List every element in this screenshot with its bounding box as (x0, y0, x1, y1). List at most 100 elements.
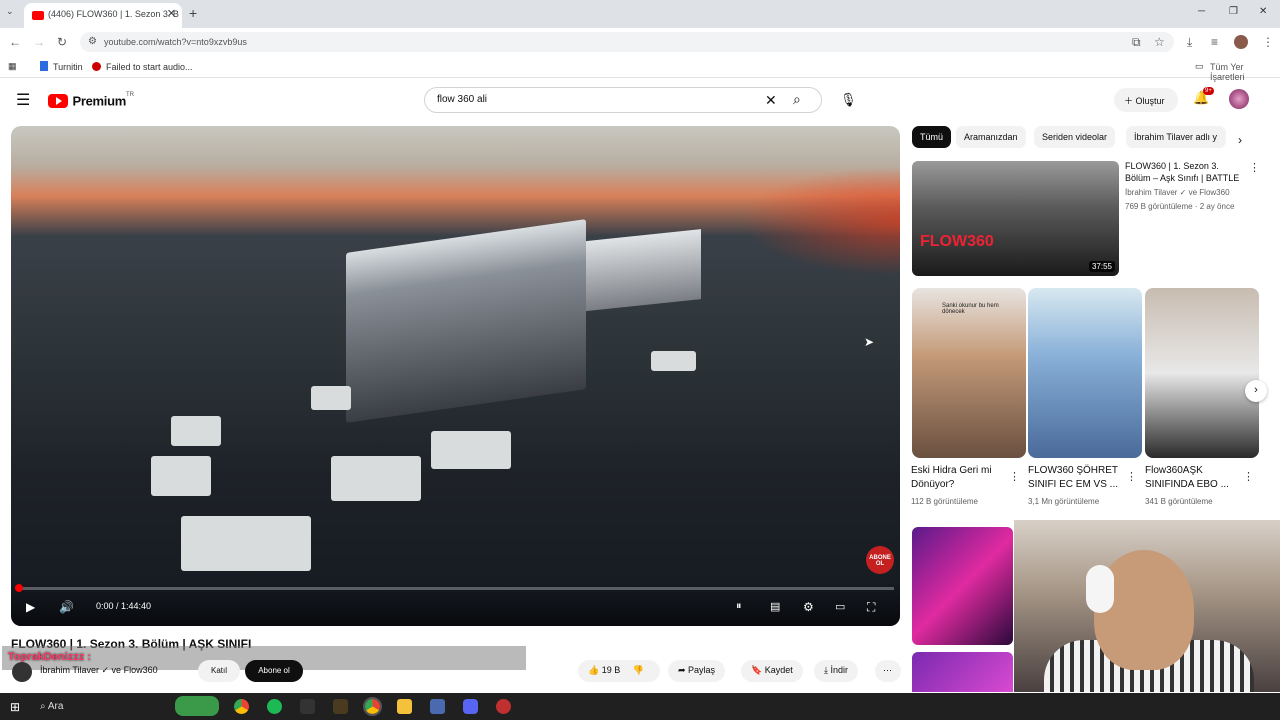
short-thumbnail[interactable]: Sanki okunur bu hem dönecek (912, 288, 1026, 458)
close-tab-icon[interactable]: ✕ (167, 7, 176, 20)
app-icon[interactable] (333, 699, 348, 714)
channel-avatar[interactable] (12, 662, 32, 682)
reload-icon[interactable]: ↻ (57, 35, 67, 49)
fullscreen-icon[interactable]: ⛶ (867, 600, 875, 615)
profile-avatar[interactable] (1234, 35, 1248, 49)
vehicle (151, 456, 211, 496)
chrome-icon[interactable] (234, 699, 249, 714)
browser-tab[interactable]: (4406) FLOW360 | 1. Sezon 3. B ✕ (24, 3, 182, 28)
settings-gear-icon[interactable]: ⚙ (803, 600, 814, 614)
url-field[interactable]: ⚙ youtube.com/watch?v=nto9xzvb9us (80, 32, 1174, 52)
video-player[interactable]: ABONE OL ▶ 🔊 0:00 / 1:44:40 ⏸ ▤ ⚙ ▭ ⛶ (11, 126, 900, 626)
maximize-icon[interactable]: ❐ (1229, 6, 1238, 17)
windows-taskbar: ⊞ ⌕ Ara (0, 693, 1280, 720)
cast-icon[interactable]: ⧉ (1132, 35, 1141, 50)
youtube-favicon-icon (32, 11, 44, 20)
autoplay-toggle-icon[interactable]: ⏸ (736, 600, 742, 613)
player-controls: ▶ 🔊 0:00 / 1:44:40 ⏸ ▤ ⚙ ▭ ⛶ (11, 581, 900, 626)
microphone-icon[interactable]: 🎙 (840, 92, 857, 108)
minimize-icon[interactable]: ─ (1198, 6, 1205, 17)
save-button[interactable]: 🔖 Kaydet (741, 660, 803, 682)
chevron-right-icon[interactable]: › (1238, 133, 1242, 147)
short-title[interactable]: Eski Hidra Geri mi Dönüyor? (911, 464, 1011, 492)
timecode: 0:00 / 1:44:40 (96, 601, 152, 611)
search-input[interactable]: flow 360 ali ✕ ⌕ (424, 87, 822, 113)
download-button[interactable]: ⤓ İndir (814, 660, 858, 682)
more-options-icon[interactable]: ⋮ (1009, 470, 1020, 483)
join-button[interactable]: Katıl (198, 660, 240, 682)
recommended-thumbnail[interactable] (912, 527, 1013, 645)
video-building (346, 219, 586, 423)
mouse-cursor-icon: ➤ (864, 335, 875, 349)
discord-icon[interactable] (463, 699, 478, 714)
share-button[interactable]: ➦ Paylaş (668, 660, 726, 682)
like-icon[interactable]: 👍 (588, 665, 599, 675)
subtitles-icon[interactable]: ▤ (770, 600, 780, 613)
recommended-title[interactable]: FLOW360 | 1. Sezon 3. Bölüm – Aşk Sınıfı… (1125, 160, 1245, 184)
bookmark-turnitin[interactable]: Turnitin (53, 62, 83, 72)
sunset-glow (740, 166, 900, 276)
file-explorer-icon[interactable] (397, 699, 412, 714)
app-icon[interactable] (300, 699, 315, 714)
more-options-icon[interactable]: ⋮ (1243, 470, 1254, 483)
all-bookmarks[interactable]: Tüm Yer İşaretleri (1210, 62, 1280, 82)
apps-grid-icon[interactable]: ▦ (8, 61, 17, 72)
browser-menu-icon[interactable]: ⋮ (1262, 35, 1274, 49)
chrome-active-icon[interactable] (363, 697, 382, 716)
hamburger-menu-icon[interactable]: ☰ (16, 90, 30, 110)
chip-series[interactable]: Seriden videolar (1034, 126, 1116, 148)
short-thumbnail[interactable] (1028, 288, 1142, 458)
recording-icon (92, 62, 101, 71)
more-options-icon[interactable]: ⋮ (1249, 161, 1260, 174)
volume-icon[interactable]: 🔊 (59, 600, 74, 614)
download-icon[interactable]: ⤓ (1187, 35, 1192, 50)
more-options-icon[interactable]: ⋮ (1126, 470, 1137, 483)
dislike-icon[interactable]: 👎 (633, 665, 644, 675)
channel-name[interactable]: İbrahim Tilaver ✓ ve Flow360 (40, 665, 158, 676)
spotify-icon[interactable] (267, 699, 282, 714)
chip-all[interactable]: Tümü (912, 126, 952, 148)
tab-list-icon[interactable]: ⌄ (6, 6, 14, 17)
site-info-icon[interactable]: ⚙ (88, 36, 97, 47)
short-title[interactable]: FLOW360 ŞÖHRET SINIFI EC EM VS ... (1028, 464, 1128, 492)
bookmark-audio[interactable]: Failed to start audio... (106, 62, 193, 72)
vehicle (431, 431, 511, 469)
theater-mode-icon[interactable]: ▭ (835, 600, 845, 613)
progress-bar[interactable] (17, 587, 894, 590)
weather-widget-icon[interactable] (175, 696, 219, 716)
create-label: Oluştur (1135, 96, 1165, 106)
chip-from-search[interactable]: Aramanızdan (956, 126, 1026, 148)
windows-start-icon[interactable]: ⊞ (10, 700, 20, 714)
tab-title: (4406) FLOW360 | 1. Sezon 3. B (48, 9, 179, 19)
forward-icon[interactable]: → (33, 35, 45, 49)
create-button[interactable]: ＋ Oluştur (1114, 88, 1178, 112)
bookmark-star-icon[interactable]: ☆ (1154, 35, 1165, 49)
more-actions-icon[interactable]: ⋯ (875, 660, 901, 682)
recommended-channel[interactable]: İbrahim Tilaver ✓ ve Flow360 (1125, 188, 1230, 197)
like-dislike-group[interactable]: 👍 19 B 👎 (578, 660, 660, 682)
progress-scrubber[interactable] (15, 584, 23, 592)
short-title[interactable]: Flow360AŞK SINIFINDA EBO ... (1145, 464, 1245, 492)
chip-channel[interactable]: İbrahim Tilaver adlı y (1126, 126, 1226, 148)
notifications-bell-icon[interactable]: 🔔 9+ (1193, 87, 1214, 106)
recommended-thumbnail[interactable] (912, 652, 1013, 692)
subscribe-button[interactable]: Abone ol (245, 660, 303, 682)
clear-search-icon[interactable]: ✕ (765, 92, 777, 109)
account-avatar[interactable] (1229, 89, 1249, 109)
taskbar-search-placeholder: Ara (47, 701, 64, 712)
youtube-premium-logo[interactable]: PremiumTR (48, 92, 134, 110)
new-tab-button[interactable]: + (189, 5, 197, 21)
youtube-masthead: ☰ PremiumTR flow 360 ali ✕ ⌕ 🎙 ＋ Oluştur… (0, 80, 1280, 120)
app-icon[interactable] (430, 699, 445, 714)
recommended-thumbnail[interactable]: FLOW360 37:55 (912, 161, 1119, 276)
media-icon[interactable]: ≡ (1211, 35, 1218, 49)
subscribe-watermark[interactable]: ABONE OL (866, 546, 894, 574)
back-icon[interactable]: ← (9, 35, 21, 49)
short-thumbnail[interactable] (1145, 288, 1259, 458)
shorts-next-icon[interactable]: › (1245, 380, 1267, 402)
short-views: 112 B görüntüleme (911, 497, 979, 506)
window-close-icon[interactable]: ✕ (1259, 6, 1267, 17)
obs-icon[interactable] (496, 699, 511, 714)
play-icon[interactable]: ▶ (26, 600, 35, 614)
search-icon[interactable]: ⌕ (793, 91, 801, 108)
